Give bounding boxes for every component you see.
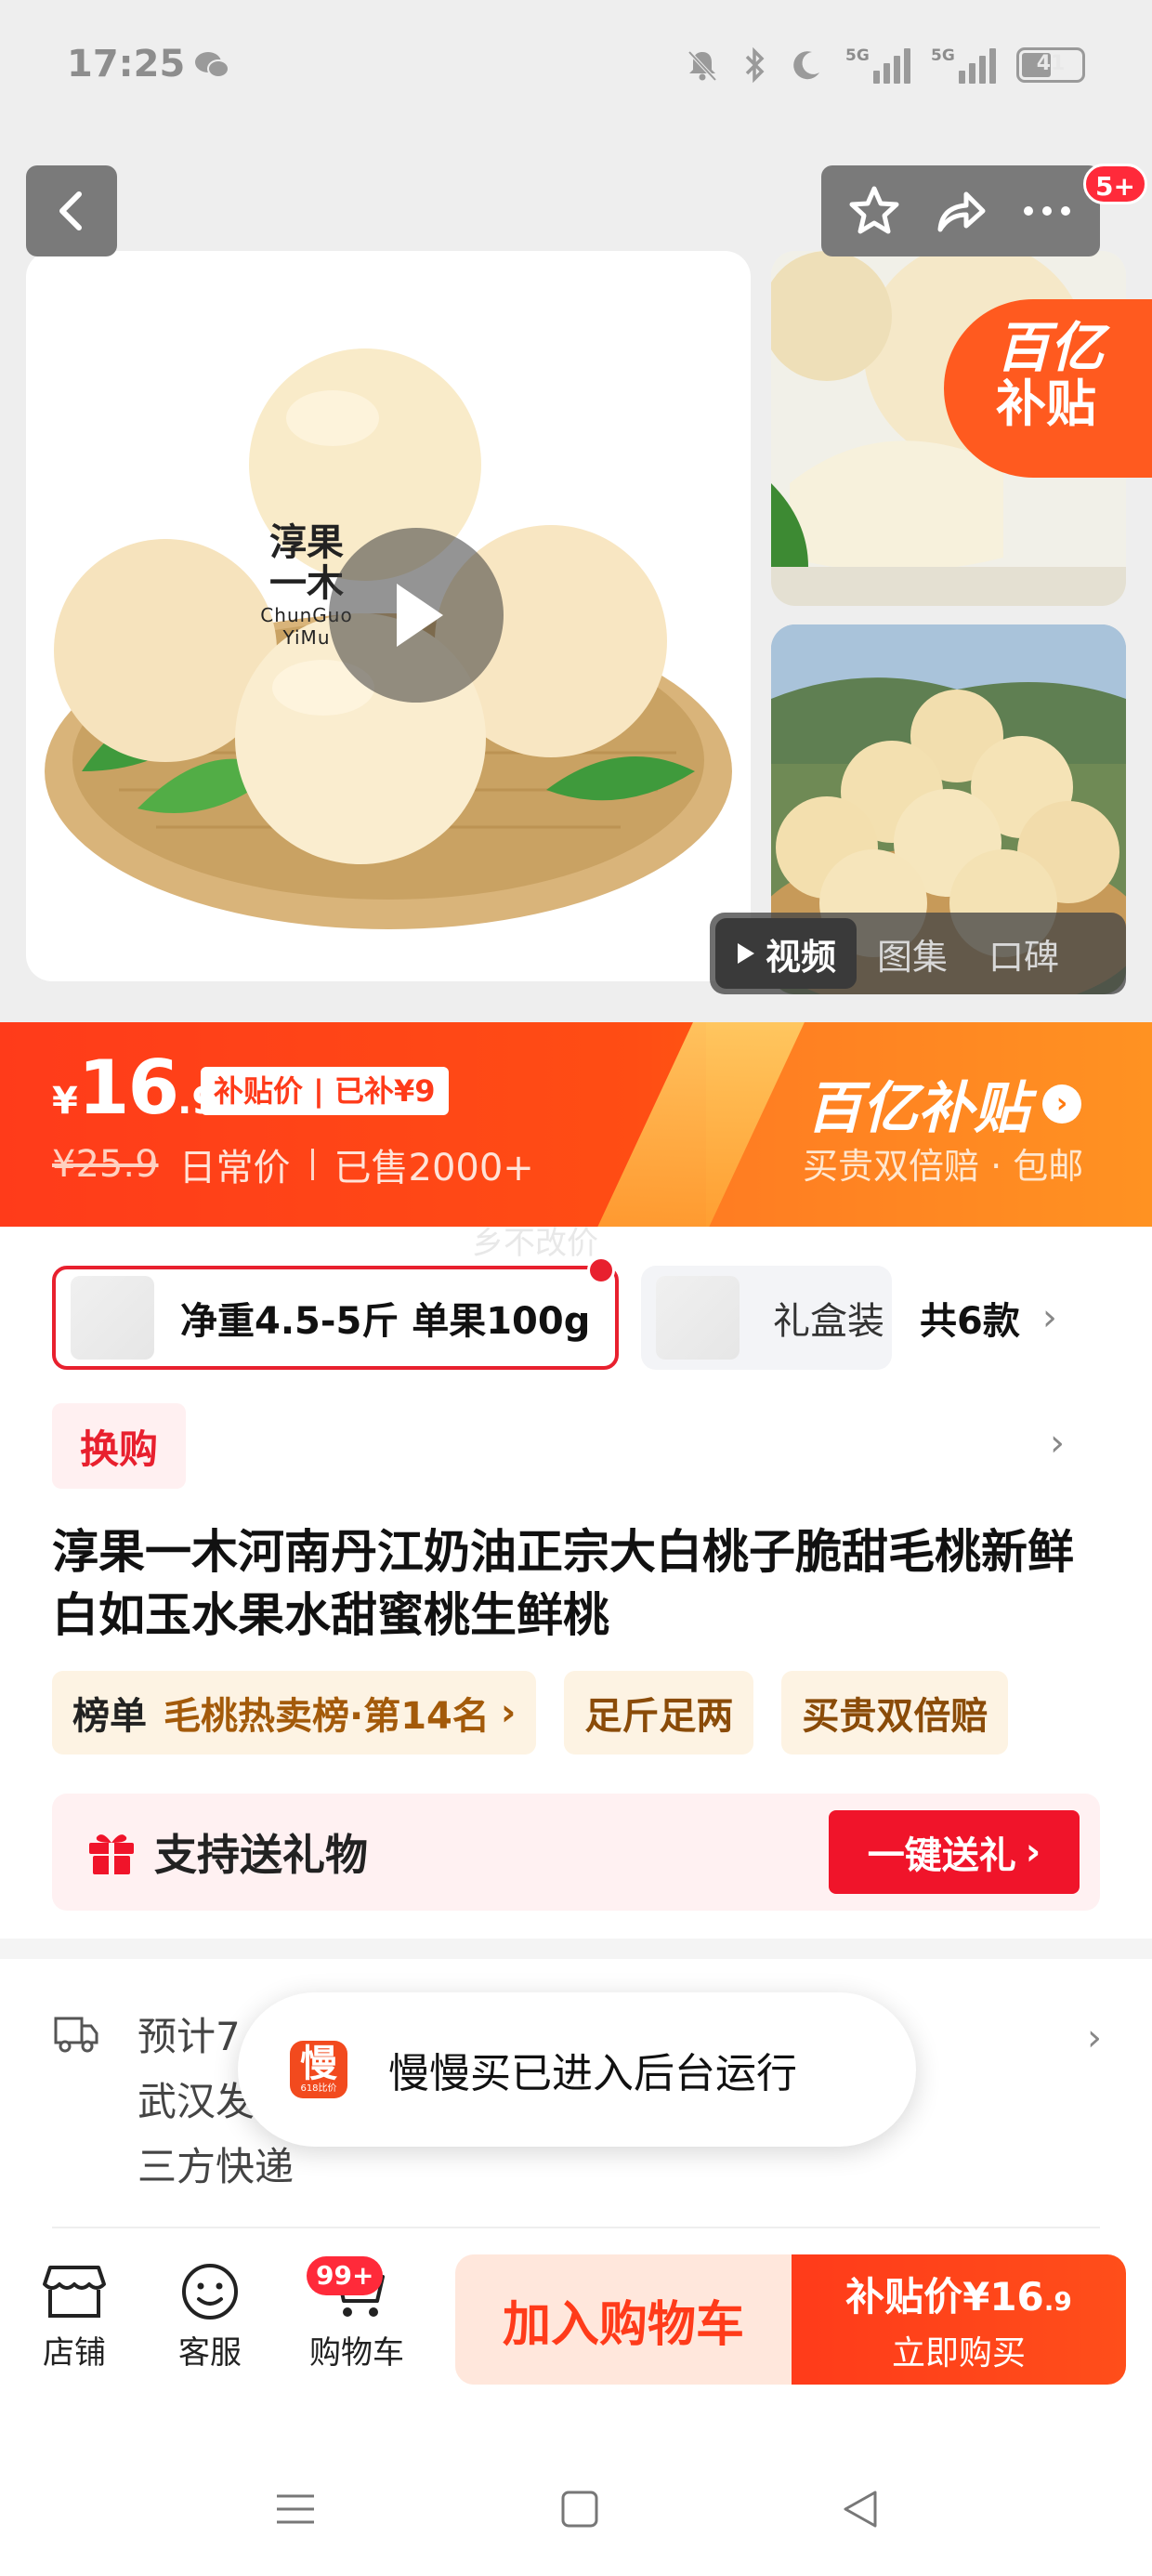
mute-bell-icon (687, 50, 717, 82)
back-button[interactable] (26, 165, 117, 256)
manmanbuy-app-icon: 慢 618比价 (290, 2041, 347, 2098)
sku-selector: 净重4.5-5斤 单果100g 礼盒装 共6款 › (52, 1256, 1057, 1370)
section-divider (0, 1939, 1152, 1959)
divider-line (52, 2227, 1100, 2228)
add-to-cart-button[interactable]: 加入购物车 (455, 2254, 792, 2385)
product-tags: 榜单 毛桃热卖榜·第14名 › 足斤足两 买贵双倍赔 (52, 1671, 1009, 1755)
swap-purchase-tag[interactable]: 换购 (52, 1403, 186, 1489)
shop-icon (43, 2266, 106, 2318)
more-button[interactable] (1015, 178, 1080, 243)
chevron-left-icon (59, 191, 82, 230)
back-triangle-icon[interactable] (840, 2489, 881, 2530)
chevron-right-icon[interactable]: › (1050, 1422, 1065, 1465)
ship-from: 武汉发 (137, 2079, 255, 2124)
courier: 三方快递 (137, 2144, 295, 2189)
share-button[interactable] (928, 178, 993, 243)
status-time: 17:25 (67, 43, 186, 85)
chevron-right-icon: › (1025, 1831, 1041, 1873)
product-title: 淳果一木河南丹江奶油正宗大白桃子脆甜毛桃新鲜白如玉水果水甜蜜桃生鲜桃 (52, 1525, 1074, 1642)
billion-subsidy-badge: 百亿 补贴 (944, 299, 1152, 478)
sold-count: 已售2000+ (334, 1147, 534, 1189)
favorite-button[interactable] (842, 178, 907, 243)
price-bar[interactable]: ¥ 16 .9 补贴价 | 已补¥9 ¥25.9 日常价 已售2000+ 百亿补… (0, 1022, 1152, 1227)
main-product-image[interactable]: 淳果 一木 ChunGuo YiMu (26, 251, 751, 981)
play-video-button[interactable] (329, 528, 504, 703)
chat-smile-icon (182, 2264, 238, 2320)
signal-1-icon: 5G (845, 46, 910, 84)
chevron-right-icon: › (1087, 2017, 1102, 2059)
signal-2-icon: 5G (931, 46, 996, 84)
play-icon (397, 584, 443, 647)
delivery-truck-icon (54, 2017, 98, 2053)
daily-price-label: 日常价 (178, 1147, 291, 1189)
star-icon (849, 186, 899, 234)
toast-message: 慢慢买已进入后台运行 (388, 2050, 797, 2097)
gift-support-text: 支持送礼物 (154, 1830, 368, 1880)
gift-icon (89, 1834, 134, 1874)
original-price: ¥25.9 (52, 1143, 159, 1186)
bluetooth-icon (745, 46, 765, 84)
price-guarantee-tag: 买贵双倍赔 (781, 1671, 1009, 1755)
floating-overlay-text: 乡不改价 (472, 1225, 598, 1262)
more-dots-icon (1024, 206, 1071, 216)
full-weight-tag: 足斤足两 (564, 1671, 754, 1755)
sku-option-giftbox[interactable]: 礼盒装 (641, 1266, 892, 1370)
sku-count[interactable]: 共6款 (920, 1291, 1020, 1345)
sku-thumbnail (656, 1276, 740, 1360)
gift-support-bar: 支持送礼物 一键送礼 › (52, 1794, 1100, 1911)
tab-video[interactable]: 视频 (715, 918, 857, 989)
chevron-right-icon: › (1042, 1084, 1081, 1124)
background-running-toast: 慢 618比价 慢慢买已进入后台运行 (238, 1992, 916, 2147)
top-action-group (821, 165, 1100, 256)
share-icon (937, 191, 986, 232)
status-bar: 17:25 5G 5G 41 (0, 0, 1152, 139)
play-small-icon (738, 943, 754, 964)
message-count-badge: 5+ (1083, 164, 1147, 204)
billion-subsidy-title[interactable]: 百亿补贴 › (806, 1063, 1081, 1144)
ranking-tag[interactable]: 榜单 毛桃热卖榜·第14名 › (52, 1671, 537, 1755)
chevron-right-icon[interactable]: › (1042, 1296, 1057, 1339)
buy-now-button[interactable]: 补贴价¥16 .9 立即购买 (792, 2254, 1126, 2385)
subsidy-price-tag: 补贴价 | 已补¥9 (201, 1067, 449, 1115)
sku-option-selected[interactable]: 净重4.5-5斤 单果100g (52, 1256, 619, 1370)
tab-reviews[interactable]: 口碑 (968, 918, 1080, 989)
subsidy-promise: 买贵双倍赔 · 包邮 (803, 1146, 1084, 1187)
current-price: ¥ 16 .9 (52, 1045, 218, 1131)
price-subline: ¥25.9 日常价 已售2000+ (52, 1137, 534, 1191)
battery-icon: 41 (1016, 47, 1085, 83)
status-icons: 5G 5G 41 (684, 43, 1085, 87)
tab-gallery[interactable]: 图集 (857, 918, 968, 989)
send-gift-button[interactable]: 一键送礼 › (829, 1810, 1080, 1894)
system-navigation-bar (0, 2435, 1152, 2576)
cart-count-badge: 99+ (307, 2256, 384, 2295)
do-not-disturb-moon-icon (793, 51, 819, 80)
customer-service-button[interactable]: 客服 (154, 2260, 266, 2372)
chevron-right-icon: › (500, 1691, 517, 1734)
menu-lines-icon[interactable] (275, 2489, 316, 2530)
wechat-icon (195, 52, 229, 78)
shop-button[interactable]: 店铺 (19, 2260, 130, 2372)
product-gallery-area: 17:25 5G 5G 41 淳果 一木 ChunGuo YiMu 百亿 补贴 … (0, 0, 1152, 1022)
media-tabs: 视频 图集 口碑 (710, 913, 1126, 994)
home-square-icon[interactable] (559, 2489, 600, 2530)
sku-thumbnail (71, 1276, 154, 1360)
delivery-estimate: 预计7 (137, 2014, 241, 2059)
sku-indicator-dot (587, 1256, 615, 1284)
